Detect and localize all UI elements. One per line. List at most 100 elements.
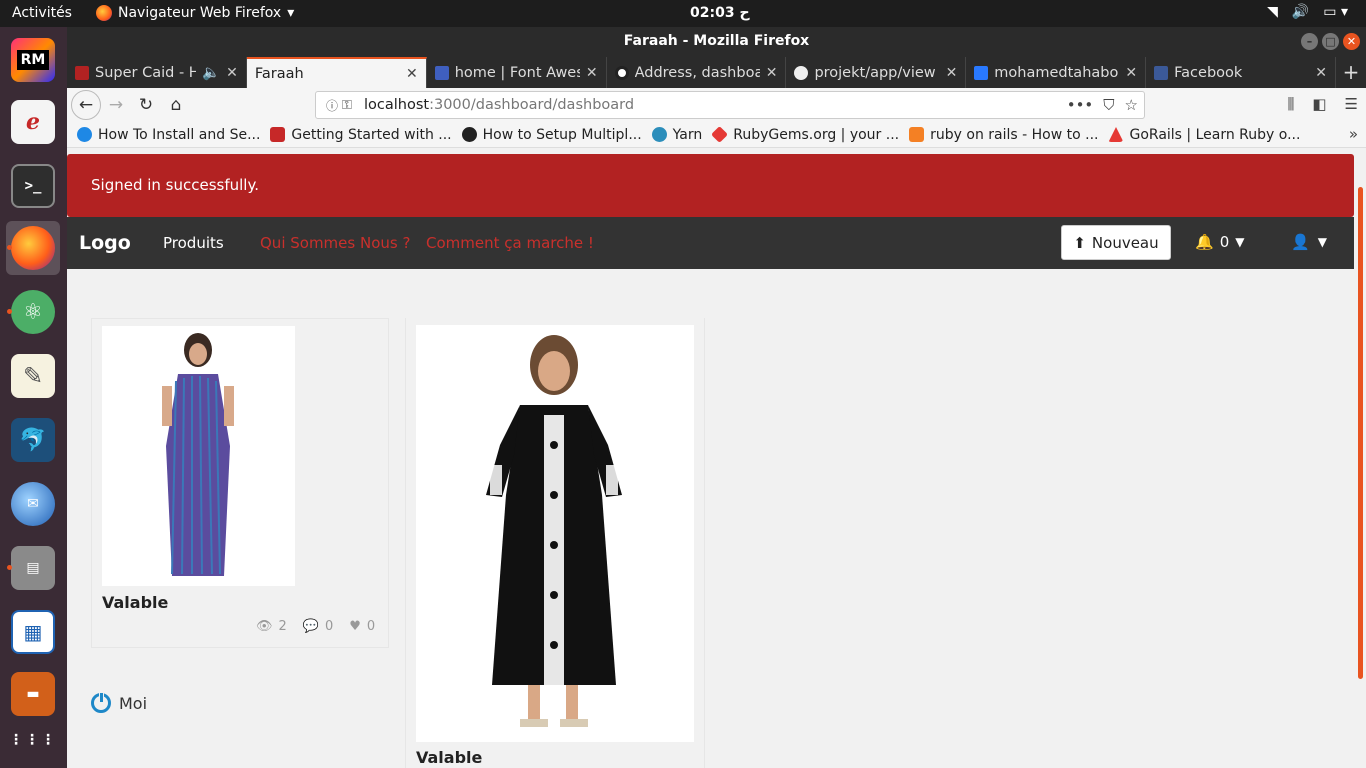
activities-button[interactable]: Activités bbox=[12, 5, 72, 21]
nouveau-button[interactable]: ⬆ Nouveau bbox=[1061, 225, 1171, 260]
dock-libreoffice-writer[interactable]: ▦ bbox=[6, 605, 60, 659]
firefox-icon bbox=[11, 226, 55, 270]
notifications-dropdown[interactable]: 🔔 0 ▼ bbox=[1195, 233, 1244, 251]
site-logo[interactable]: Logo bbox=[79, 232, 131, 254]
url-path: :3000/dashboard/dashboard bbox=[429, 97, 635, 113]
speaker-icon[interactable]: 🔈 bbox=[202, 64, 220, 81]
pocket-icon[interactable]: ⛉ bbox=[1103, 96, 1114, 114]
product-image[interactable] bbox=[416, 325, 694, 742]
tab-font-awesome[interactable]: home | Font Awes ✕ bbox=[427, 57, 607, 88]
tab-label: projekt/app/view bbox=[814, 64, 936, 81]
bookmark-label: How To Install and Se... bbox=[98, 126, 261, 143]
tab-super-caid[interactable]: Super Caid - Ho 🔈 ✕ bbox=[67, 57, 247, 88]
dock-thunderbird[interactable]: ✉ bbox=[6, 477, 60, 531]
owner-link[interactable]: Moi bbox=[91, 692, 147, 713]
tab-faraah[interactable]: Faraah ✕ bbox=[246, 57, 427, 88]
bookmark-label: GoRails | Learn Ruby o... bbox=[1129, 126, 1301, 143]
running-indicator bbox=[7, 565, 12, 570]
url-bar[interactable]: ⓘ ⚿ localhost:3000/dashboard/dashboard •… bbox=[315, 91, 1145, 119]
tab-projekt[interactable]: projekt/app/view ✕ bbox=[786, 57, 967, 88]
dock-atom[interactable]: ⚛ bbox=[6, 285, 60, 339]
back-button[interactable]: ← bbox=[71, 90, 101, 120]
rubymine-icon: RM bbox=[11, 38, 55, 82]
nouveau-label: Nouveau bbox=[1091, 233, 1159, 252]
tab-facebook[interactable]: Facebook ✕ bbox=[1146, 57, 1337, 88]
show-apps-icon: ⋮⋮⋮ bbox=[9, 732, 57, 748]
forward-button[interactable]: → bbox=[101, 90, 131, 120]
dock-rubyonrails[interactable]: ℯ bbox=[6, 95, 60, 149]
bookmark-item[interactable]: GoRails | Learn Ruby o... bbox=[1108, 127, 1300, 143]
page-actions-icon[interactable]: ••• bbox=[1067, 96, 1094, 114]
bookmark-item[interactable]: How To Install and Se... bbox=[77, 127, 260, 143]
hamburger-menu-icon[interactable]: ☰ bbox=[1345, 95, 1358, 113]
nav-link-comment-ca-marche[interactable]: Comment ça marche ! bbox=[426, 234, 594, 252]
close-tab-icon[interactable]: ✕ bbox=[1125, 65, 1137, 81]
bookmark-item[interactable]: RubyGems.org | your ... bbox=[711, 126, 899, 143]
writer-icon: ▦ bbox=[11, 610, 55, 654]
dock-terminal[interactable]: >_ bbox=[6, 159, 60, 213]
minimize-icon[interactable]: – bbox=[1301, 33, 1318, 50]
tab-mohamedtahabou[interactable]: mohamedtahabou ✕ bbox=[966, 57, 1147, 88]
flash-message: Signed in successfully. bbox=[67, 154, 1354, 217]
nav-link-qui-sommes-nous[interactable]: Qui Sommes Nous ? bbox=[260, 234, 410, 252]
dock-firefox[interactable] bbox=[6, 221, 60, 275]
likes-stat: ♥ 0 bbox=[349, 619, 375, 634]
nav-link-produits[interactable]: Produits bbox=[163, 234, 224, 252]
reload-button[interactable]: ↻ bbox=[131, 90, 161, 120]
gorails-icon bbox=[1108, 127, 1124, 142]
dock: RM ℯ >_ ⚛ ✎ 🐬 ✉ ▤ ▦ ▬ ⋮⋮⋮ bbox=[0, 27, 67, 768]
window-titlebar[interactable]: Faraah - Mozilla Firefox – □ ✕ bbox=[67, 27, 1366, 57]
bookmarks-overflow-icon[interactable]: » bbox=[1349, 125, 1358, 143]
dock-files[interactable]: ▤ bbox=[6, 541, 60, 595]
tab-label: home | Font Awes bbox=[454, 64, 580, 81]
close-tab-icon[interactable]: ✕ bbox=[226, 65, 238, 81]
comments-stat: 💬 0 bbox=[303, 619, 333, 634]
product-card[interactable]: Valable 👁 2 💬 0 ♥ 0 bbox=[91, 318, 389, 648]
close-tab-icon[interactable]: ✕ bbox=[406, 66, 418, 82]
product-title[interactable]: Valable bbox=[102, 593, 168, 612]
close-tab-icon[interactable]: ✕ bbox=[586, 65, 598, 81]
system-tray[interactable]: ◥ 🔊 ▭ ▾ bbox=[1267, 4, 1348, 20]
close-tab-icon[interactable]: ✕ bbox=[946, 65, 958, 81]
new-tab-button[interactable]: + bbox=[1336, 57, 1366, 88]
product-image[interactable] bbox=[102, 326, 295, 586]
rails-icon: ℯ bbox=[11, 100, 55, 144]
github-icon bbox=[461, 127, 477, 142]
app-menu[interactable]: Navigateur Web Firefox ▾ bbox=[96, 5, 294, 21]
forward-arrow-icon: → bbox=[108, 95, 124, 115]
url-host: localhost bbox=[364, 97, 430, 113]
bookmark-item[interactable]: ruby on rails - How to ... bbox=[909, 127, 1098, 143]
bookmark-item[interactable]: Yarn bbox=[651, 127, 702, 143]
info-icon[interactable]: ⓘ bbox=[326, 97, 342, 114]
dock-mysql-workbench[interactable]: 🐬 bbox=[6, 413, 60, 467]
product-title[interactable]: Valable bbox=[416, 748, 482, 767]
close-tab-icon[interactable]: ✕ bbox=[1315, 65, 1327, 81]
home-button[interactable]: ⌂ bbox=[161, 90, 191, 120]
mysql-workbench-icon: 🐬 bbox=[11, 418, 55, 462]
bookmarks-toolbar: How To Install and Se... Getting Started… bbox=[67, 122, 1366, 148]
upload-icon: ⬆ bbox=[1073, 233, 1086, 252]
close-icon[interactable]: ✕ bbox=[1343, 33, 1360, 50]
scrollbar-thumb[interactable] bbox=[1358, 187, 1363, 679]
library-icon[interactable]: ⫼ bbox=[1287, 95, 1294, 113]
clock[interactable]: ح 02:03 bbox=[690, 5, 750, 21]
atom-icon: ⚛ bbox=[11, 290, 55, 334]
product-card[interactable]: Valable bbox=[405, 318, 705, 768]
rubygems-icon bbox=[711, 126, 729, 143]
dock-rubymine[interactable]: RM bbox=[6, 33, 60, 87]
user-dropdown[interactable]: 👤 ▼ bbox=[1291, 233, 1327, 251]
bookmark-star-icon[interactable]: ☆ bbox=[1125, 96, 1138, 114]
maximize-icon[interactable]: □ bbox=[1322, 33, 1339, 50]
close-tab-icon[interactable]: ✕ bbox=[766, 65, 778, 81]
bookmark-label: How to Setup Multipl... bbox=[482, 126, 642, 143]
volume-icon: 🔊 bbox=[1291, 4, 1310, 20]
system-top-bar: Activités Navigateur Web Firefox ▾ ح 02:… bbox=[0, 0, 1366, 27]
sidebar-icon[interactable]: ◧ bbox=[1312, 95, 1326, 113]
bookmark-item[interactable]: How to Setup Multipl... bbox=[461, 126, 642, 143]
tab-address-dashboard[interactable]: Address, dashboa ✕ bbox=[607, 57, 787, 88]
running-indicator bbox=[7, 309, 12, 314]
stackoverflow-icon bbox=[909, 127, 925, 142]
dock-show-apps[interactable]: ⋮⋮⋮ bbox=[6, 713, 60, 767]
bookmark-item[interactable]: Getting Started with ... bbox=[270, 127, 452, 143]
dock-text-editor[interactable]: ✎ bbox=[6, 349, 60, 403]
